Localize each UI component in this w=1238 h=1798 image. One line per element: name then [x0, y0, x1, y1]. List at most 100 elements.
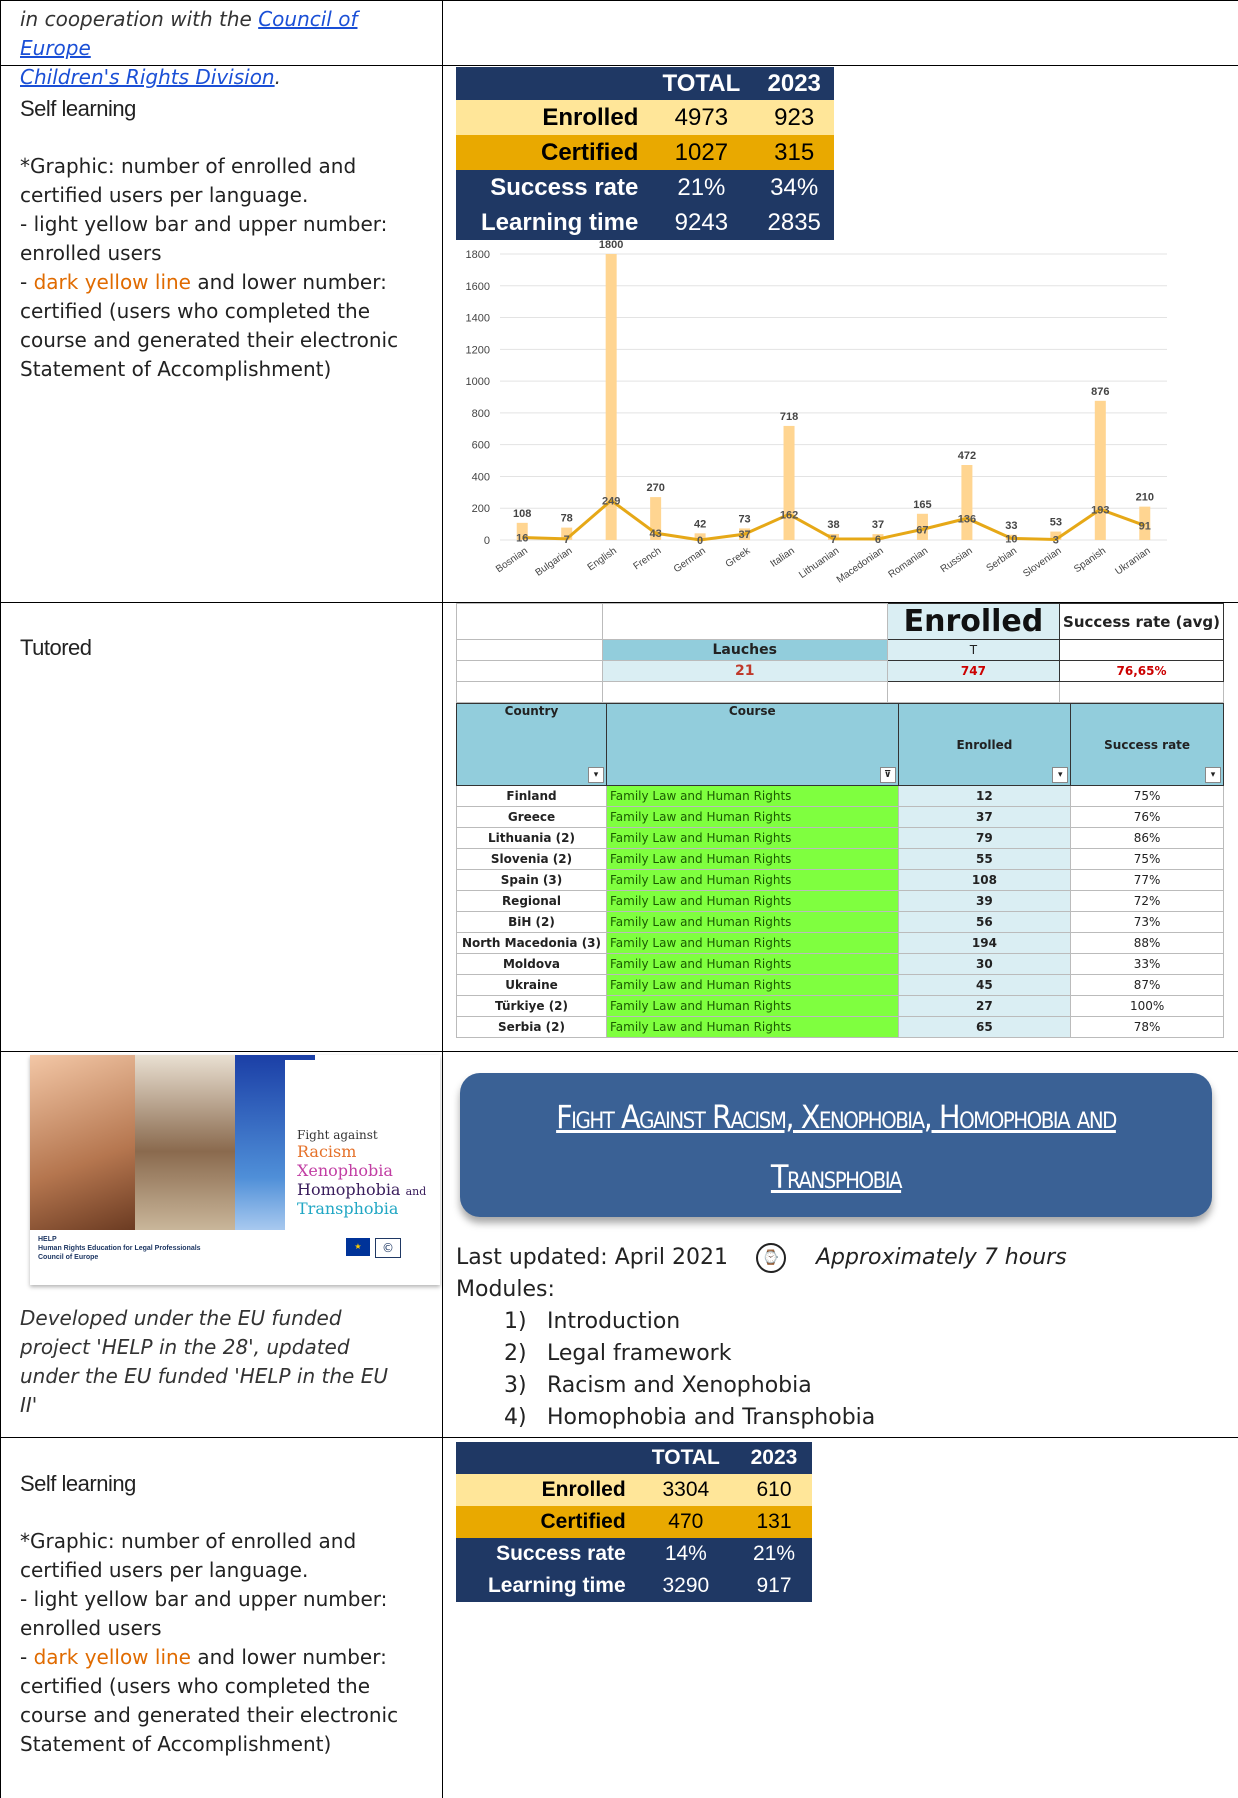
row-enrolled[interactable]: 27: [897, 995, 1072, 1017]
childrens-rights-link[interactable]: Children's Rights Division: [20, 65, 275, 89]
row-course[interactable]: Family Law and Human Rights: [605, 911, 899, 933]
certified-data-label: 91: [1139, 521, 1151, 533]
row-2023: 131: [735, 1506, 812, 1538]
x-tick-label: Ukranian: [1113, 545, 1152, 577]
row-rate[interactable]: 33%: [1070, 953, 1224, 975]
row-country[interactable]: Türkiye (2): [456, 995, 607, 1017]
row-rate[interactable]: 78%: [1070, 1016, 1224, 1038]
row-enrolled[interactable]: 65: [897, 1016, 1072, 1038]
row-course[interactable]: Family Law and Human Rights: [605, 869, 899, 891]
row-enrolled[interactable]: 39: [897, 890, 1072, 912]
enrolled-total: 747: [886, 660, 1061, 682]
table-row[interactable]: Ukraine Family Law and Human Rights 45 87%: [456, 974, 1224, 996]
enrolled-data-label: 270: [646, 482, 664, 494]
table-row[interactable]: Spain (3) Family Law and Human Rights 108 7…: [456, 869, 1224, 891]
row-rate[interactable]: 75%: [1070, 785, 1224, 807]
row-rate[interactable]: 100%: [1070, 995, 1224, 1017]
col-country-header[interactable]: Country ▾: [456, 703, 607, 786]
row-2023: 21%: [735, 1538, 812, 1570]
row-country[interactable]: Ukraine: [456, 974, 607, 996]
cover-xenophobia: Xenophobia: [297, 1161, 393, 1180]
row-enrolled[interactable]: 12: [897, 785, 1072, 807]
row-enrolled[interactable]: 194: [897, 932, 1072, 954]
row-total: 470: [635, 1506, 736, 1538]
col-enrolled-header[interactable]: Enrolled ▾: [897, 703, 1072, 786]
row-total: 4973: [648, 100, 755, 135]
row-course[interactable]: Family Law and Human Rights: [605, 1016, 899, 1038]
row-course[interactable]: Family Law and Human Rights: [605, 995, 899, 1017]
row-2023: 315: [754, 135, 834, 170]
row-enrolled[interactable]: 45: [897, 974, 1072, 996]
module-item: 2) Legal framework: [456, 1338, 1216, 1370]
x-tick-label: Slovenian: [1021, 545, 1063, 579]
module-name: Racism and Xenophobia: [547, 1373, 812, 1398]
row-country[interactable]: Spain (3): [456, 869, 607, 891]
row-country[interactable]: Moldova: [456, 953, 607, 975]
row-course[interactable]: Family Law and Human Rights: [605, 953, 899, 975]
table-row[interactable]: Moldova Family Law and Human Rights 30 33%: [456, 953, 1224, 975]
filter-dropdown-icon[interactable]: ▾: [587, 767, 604, 783]
filter-dropdown-icon[interactable]: ▾: [1052, 767, 1069, 783]
row-rate[interactable]: 87%: [1070, 974, 1224, 996]
col-course-header[interactable]: Course ⊽: [605, 703, 899, 786]
table-row[interactable]: North Macedonia (3) Family Law and Human …: [456, 932, 1224, 954]
row-country[interactable]: Finland: [456, 785, 607, 807]
row-enrolled[interactable]: 30: [897, 953, 1072, 975]
table-row[interactable]: Serbia (2) Family Law and Human Rights 65 7…: [456, 1016, 1224, 1038]
section2-note3: - dark yellow line and lower number: cer…: [20, 1643, 430, 1759]
row-enrolled[interactable]: 108: [897, 869, 1072, 891]
row-rate[interactable]: 73%: [1070, 911, 1224, 933]
row-rate[interactable]: 72%: [1070, 890, 1224, 912]
row-country[interactable]: BiH (2): [456, 911, 607, 933]
col-total: TOTAL: [635, 1442, 736, 1474]
row-country[interactable]: Serbia (2): [456, 1016, 607, 1038]
x-tick-label: Greek: [724, 545, 753, 570]
row-enrolled[interactable]: 79: [897, 827, 1072, 849]
row-country[interactable]: Slovenia (2): [456, 848, 607, 870]
enrolled-data-label: 73: [738, 513, 750, 525]
row-course[interactable]: Family Law and Human Rights: [605, 932, 899, 954]
filter-active-icon[interactable]: ⊽: [879, 767, 896, 783]
table-row[interactable]: BiH (2) Family Law and Human Rights 56 73%: [456, 911, 1224, 933]
table-row[interactable]: Türkiye (2) Family Law and Human Rights 27…: [456, 995, 1224, 1017]
row-course[interactable]: Family Law and Human Rights: [605, 785, 899, 807]
col-success-header[interactable]: Success rate ▾: [1070, 703, 1224, 786]
table-row[interactable]: Greece Family Law and Human Rights 37 76%: [456, 806, 1224, 828]
filter-dropdown-icon[interactable]: ▾: [1205, 767, 1221, 783]
table-row[interactable]: Slovenia (2) Family Law and Human Rights 5…: [456, 848, 1224, 870]
x-tick-label: Bulgarian: [533, 545, 574, 578]
table-row[interactable]: Finland Family Law and Human Rights 12 75%: [456, 785, 1224, 807]
row-rate[interactable]: 77%: [1070, 869, 1224, 891]
table-row[interactable]: Regional Family Law and Human Rights 39 72%: [456, 890, 1224, 912]
row-country[interactable]: Lithuania (2): [456, 827, 607, 849]
row-total: 21%: [648, 170, 755, 205]
certified-data-label: 162: [780, 509, 798, 521]
row-course[interactable]: Family Law and Human Rights: [605, 827, 899, 849]
enrolled-bar: [783, 425, 795, 540]
row-2023: 2835: [754, 205, 834, 240]
row-rate[interactable]: 88%: [1070, 932, 1224, 954]
cover-transphobia: Transphobia: [297, 1199, 399, 1218]
section1-note3: - dark yellow line and lower number: cer…: [20, 268, 430, 384]
x-tick-label: Italian: [769, 545, 797, 569]
course-title-line2: Transphobia: [770, 1158, 903, 1196]
row-country[interactable]: Greece: [456, 806, 607, 828]
table-row[interactable]: Lithuania (2) Family Law and Human Rights…: [456, 827, 1224, 849]
x-tick-label: Russian: [939, 545, 975, 575]
row-country[interactable]: Regional: [456, 890, 607, 912]
row-rate[interactable]: 76%: [1070, 806, 1224, 828]
clock-icon: ⌚: [756, 1243, 786, 1273]
row-course[interactable]: Family Law and Human Rights: [605, 848, 899, 870]
row-enrolled[interactable]: 56: [897, 911, 1072, 933]
summary-grid: Enrolled Success rate (avg) Lauches T 21…: [456, 603, 1224, 703]
row-enrolled[interactable]: 55: [897, 848, 1072, 870]
cover-sub2: Council of Europe: [38, 1254, 99, 1261]
row-enrolled[interactable]: 37: [897, 806, 1072, 828]
row-course[interactable]: Family Law and Human Rights: [605, 806, 899, 828]
row-rate[interactable]: 86%: [1070, 827, 1224, 849]
row-rate[interactable]: 75%: [1070, 848, 1224, 870]
row-course[interactable]: Family Law and Human Rights: [605, 974, 899, 996]
row-course[interactable]: Family Law and Human Rights: [605, 890, 899, 912]
launches-label: Lauches: [601, 639, 888, 661]
row-country[interactable]: North Macedonia (3): [456, 932, 607, 954]
